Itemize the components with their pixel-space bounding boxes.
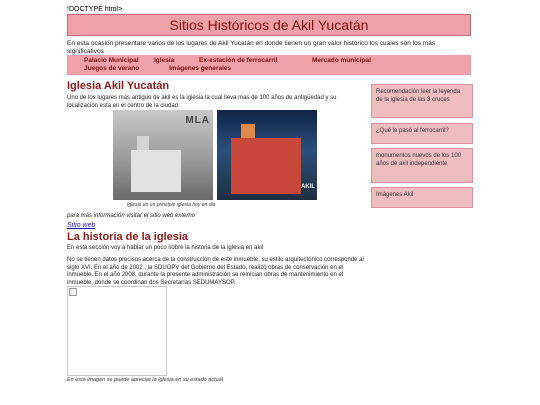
section-heading-historia: La historia de la iglesia: [67, 231, 189, 243]
sidebar-item-ferrocarril[interactable]: ¿Qué le pasó al ferrocarril?: [371, 123, 473, 144]
historia-detail-paragraph: No se tienen datos precisos acerca de la…: [67, 257, 364, 286]
nav-bar: Palacio Municipal Iglesia Ex-estación de…: [67, 55, 471, 75]
nav-item-imagenes-generales[interactable]: Imágenes generales: [169, 65, 231, 73]
photo-logo: MLA: [185, 115, 210, 126]
historia-intro-paragraph: En esta sección voy a hablar un poco sob…: [67, 245, 264, 251]
sidebar-item-leyenda[interactable]: Recomendación leer la leyenda de la igle…: [371, 84, 473, 118]
photo-tag: AKIL: [301, 184, 315, 190]
nav-item-juegos-de-verano[interactable]: Juegos de verano: [84, 65, 169, 73]
sidebar-item-imagenes-akil[interactable]: Imágenes Akil: [371, 187, 473, 208]
sitio-web-link[interactable]: Sitio web: [67, 222, 95, 229]
intro-text: En esta ocasión presentare varios de los…: [67, 40, 436, 55]
nav-item-palacio-municipal[interactable]: Palacio Municipal: [84, 57, 154, 65]
section-paragraph: Uno de los lugares más antiguo de akil e…: [67, 95, 337, 109]
sidebar-item-monumentos[interactable]: monumentos nuevos de los 100 años de aki…: [371, 148, 473, 183]
church-old-photo: MLA: [113, 110, 213, 200]
more-info-text: para más información visitar el sitio we…: [67, 213, 196, 219]
nav-item-ex-estacion[interactable]: Ex-estación de ferrocarril: [199, 57, 312, 65]
stray-doctype-text: !DOCTYPE html>: [67, 6, 123, 13]
nav-item-iglesia[interactable]: Iglesia: [154, 57, 199, 65]
section-heading-iglesia: Iglesia Akil Yucatán: [67, 80, 170, 92]
photos-caption: Iglesia en un principio iglesia hoy en d…: [127, 202, 216, 208]
broken-image-icon: [69, 288, 77, 296]
church-night-photo: AKIL: [217, 110, 317, 200]
broken-image-caption: En esta imagen se puede apreciar la igle…: [67, 377, 223, 383]
site-header: Sitios Históricos de Akil Yucatán: [67, 14, 471, 36]
broken-image: [67, 286, 167, 376]
church-building-shape: [231, 138, 301, 194]
nav-item-mercado-municipal[interactable]: Mercado municipal: [312, 57, 371, 65]
church-shape: [131, 136, 181, 192]
site-title: Sitios Históricos de Akil Yucatán: [169, 17, 369, 33]
